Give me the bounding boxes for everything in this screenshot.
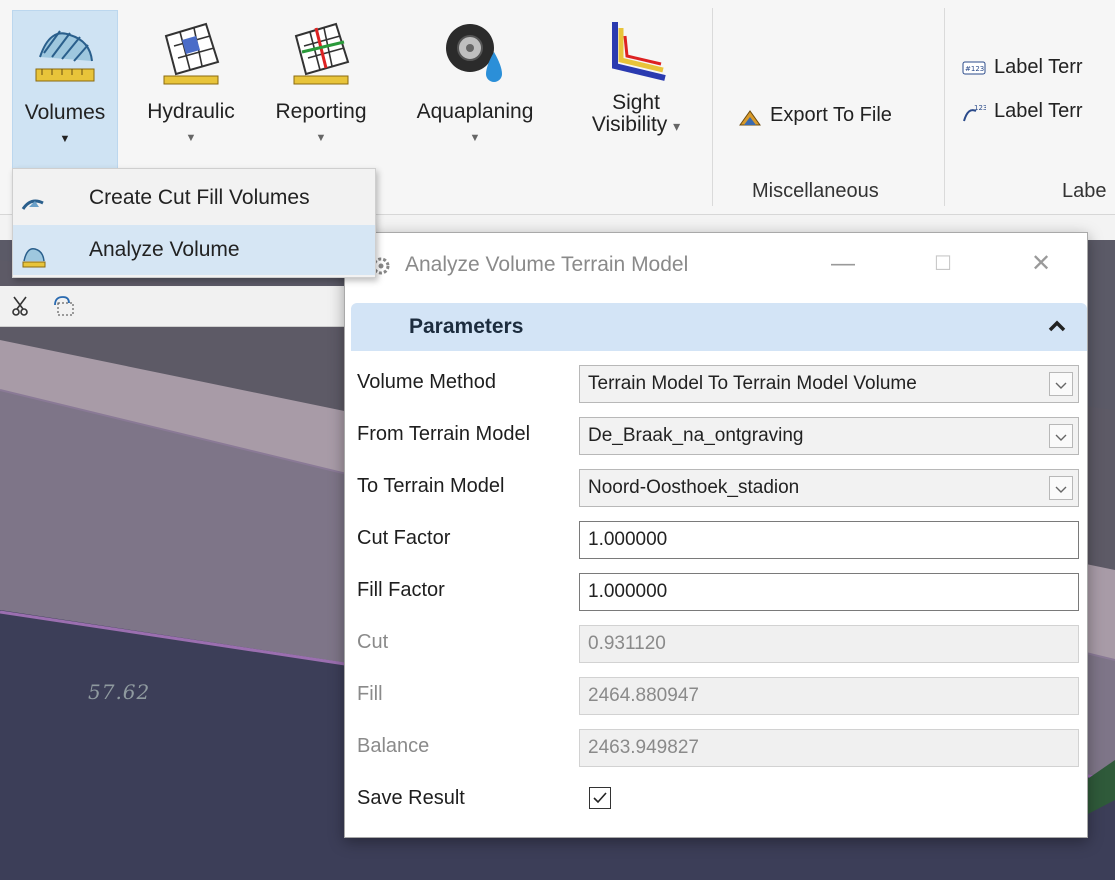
save-result-row: Save Result: [355, 777, 1077, 823]
analyze-volume-icon: [21, 238, 47, 268]
to-terrain-model-label: To Terrain Model: [357, 475, 505, 497]
hydraulic-label: Hydraulic: [147, 100, 235, 123]
cut-factor-row: Cut Factor 1.000000: [355, 517, 1079, 563]
scissors-select-icon[interactable]: [10, 294, 34, 318]
to-terrain-model-select[interactable]: Noord-Oosthoek_stadion: [579, 469, 1079, 507]
menu-item-label: Analyze Volume: [89, 238, 240, 261]
volume-method-row: Volume Method Terrain Model To Terrain M…: [355, 361, 1079, 407]
chevron-down-icon: ▼: [469, 132, 481, 144]
fill-factor-label: Fill Factor: [357, 579, 445, 601]
fill-row: Fill 2464.880947: [355, 673, 1079, 719]
aquaplaning-label: Aquaplaning: [416, 100, 534, 123]
export-to-file-label: Export To File: [770, 104, 892, 126]
close-button[interactable]: ✕: [1021, 247, 1061, 281]
aquaplaning-icon: [440, 16, 510, 92]
balance-value-field: 2463.949827: [579, 729, 1079, 767]
label-terrain-button-1[interactable]: #123 Label Terr: [962, 56, 1083, 79]
dialog-titlebar[interactable]: Analyze Volume Terrain Model — ☐ ✕: [345, 233, 1087, 297]
reporting-label: Reporting: [275, 100, 367, 123]
reporting-button[interactable]: Reporting ▼: [258, 10, 384, 170]
balance-label: Balance: [357, 735, 430, 757]
cut-value-field: 0.931120: [579, 625, 1079, 663]
maximize-button[interactable]: ☐: [923, 247, 963, 281]
volume-method-select[interactable]: Terrain Model To Terrain Model Volume: [579, 365, 1079, 403]
label-terrain-label-1: Label Terr: [994, 56, 1083, 78]
fence-select-icon[interactable]: [52, 294, 76, 318]
export-to-file-button[interactable]: Export To File: [738, 104, 892, 127]
chevron-down-icon[interactable]: [1049, 372, 1073, 396]
aquaplaning-button[interactable]: Aquaplaning ▼: [396, 10, 554, 170]
sight-visibility-button[interactable]: Sight Visibility ▾: [566, 10, 706, 170]
label-terrain-contour-icon: 123: [962, 101, 987, 123]
save-result-label: Save Result: [357, 787, 465, 809]
parameters-section-header[interactable]: Parameters: [351, 303, 1087, 351]
label-terrain-button-2[interactable]: 123 Label Terr: [962, 100, 1083, 123]
view-toolbar: [0, 286, 380, 327]
menu-item-label: Create Cut Fill Volumes: [89, 186, 310, 209]
chevron-down-icon: ▼: [185, 132, 197, 144]
hydraulic-button[interactable]: Hydraulic ▼: [130, 10, 252, 170]
chevron-up-icon[interactable]: [1047, 317, 1067, 335]
cut-fill-icon: [21, 186, 47, 210]
menu-item-create-cut-fill-volumes[interactable]: Create Cut Fill Volumes: [13, 173, 375, 223]
from-terrain-model-label: From Terrain Model: [357, 423, 531, 445]
volumes-icon: [30, 17, 100, 93]
analyze-volume-dialog: Analyze Volume Terrain Model — ☐ ✕ Param…: [344, 232, 1088, 838]
cut-factor-input[interactable]: 1.000000: [579, 521, 1079, 559]
minimize-button[interactable]: —: [823, 247, 863, 281]
ribbon-separator: [944, 8, 945, 206]
parameters-title: Parameters: [409, 315, 524, 338]
to-terrain-model-value: Noord-Oosthoek_stadion: [588, 477, 800, 498]
cut-factor-label: Cut Factor: [357, 527, 451, 549]
chevron-down-icon: ▼: [315, 132, 327, 144]
volumes-dropdown-menu: Create Cut Fill Volumes Analyze Volume: [12, 168, 376, 278]
save-result-checkbox[interactable]: [589, 787, 611, 809]
fill-label: Fill: [357, 683, 383, 705]
fill-factor-row: Fill Factor 1.000000: [355, 569, 1079, 615]
cut-row: Cut 0.931120: [355, 621, 1079, 667]
fill-value-field: 2464.880947: [579, 677, 1079, 715]
miscellaneous-group-label: Miscellaneous: [752, 180, 879, 202]
volumes-button[interactable]: Volumes ▼: [12, 10, 118, 170]
fill-factor-input[interactable]: 1.000000: [579, 573, 1079, 611]
ribbon-separator: [712, 8, 713, 206]
from-terrain-model-row: From Terrain Model De_Braak_na_ontgravin…: [355, 413, 1079, 459]
volumes-label: Volumes: [24, 101, 106, 124]
sight-visibility-icon: [601, 16, 671, 92]
dialog-title: Analyze Volume Terrain Model: [405, 253, 689, 276]
label-terrain-label-2: Label Terr: [994, 100, 1083, 122]
chevron-down-icon: ▼: [59, 133, 71, 145]
viewport-annotation: 57.62: [88, 680, 151, 704]
volume-method-value: Terrain Model To Terrain Model Volume: [588, 373, 917, 394]
hydraulic-icon: [156, 16, 226, 92]
labels-group-label: Labe: [1062, 180, 1107, 202]
to-terrain-model-row: To Terrain Model Noord-Oosthoek_stadion: [355, 465, 1079, 511]
chevron-down-icon: ▾: [673, 118, 681, 134]
sight-label: Sight: [612, 91, 660, 114]
menu-item-analyze-volume[interactable]: Analyze Volume: [13, 225, 375, 275]
visibility-label: Visibility: [591, 113, 668, 136]
balance-row: Balance 2463.949827: [355, 725, 1079, 771]
svg-text:123: 123: [974, 104, 986, 112]
export-icon: [738, 105, 762, 127]
reporting-icon: [286, 16, 356, 92]
volume-method-label: Volume Method: [357, 371, 496, 393]
svg-text:#123: #123: [965, 65, 984, 73]
from-terrain-model-select[interactable]: De_Braak_na_ontgraving: [579, 417, 1079, 455]
label-terrain-icon: #123: [962, 57, 986, 79]
cut-label: Cut: [357, 631, 389, 653]
from-terrain-model-value: De_Braak_na_ontgraving: [588, 425, 804, 446]
chevron-down-icon[interactable]: [1049, 424, 1073, 448]
chevron-down-icon[interactable]: [1049, 476, 1073, 500]
